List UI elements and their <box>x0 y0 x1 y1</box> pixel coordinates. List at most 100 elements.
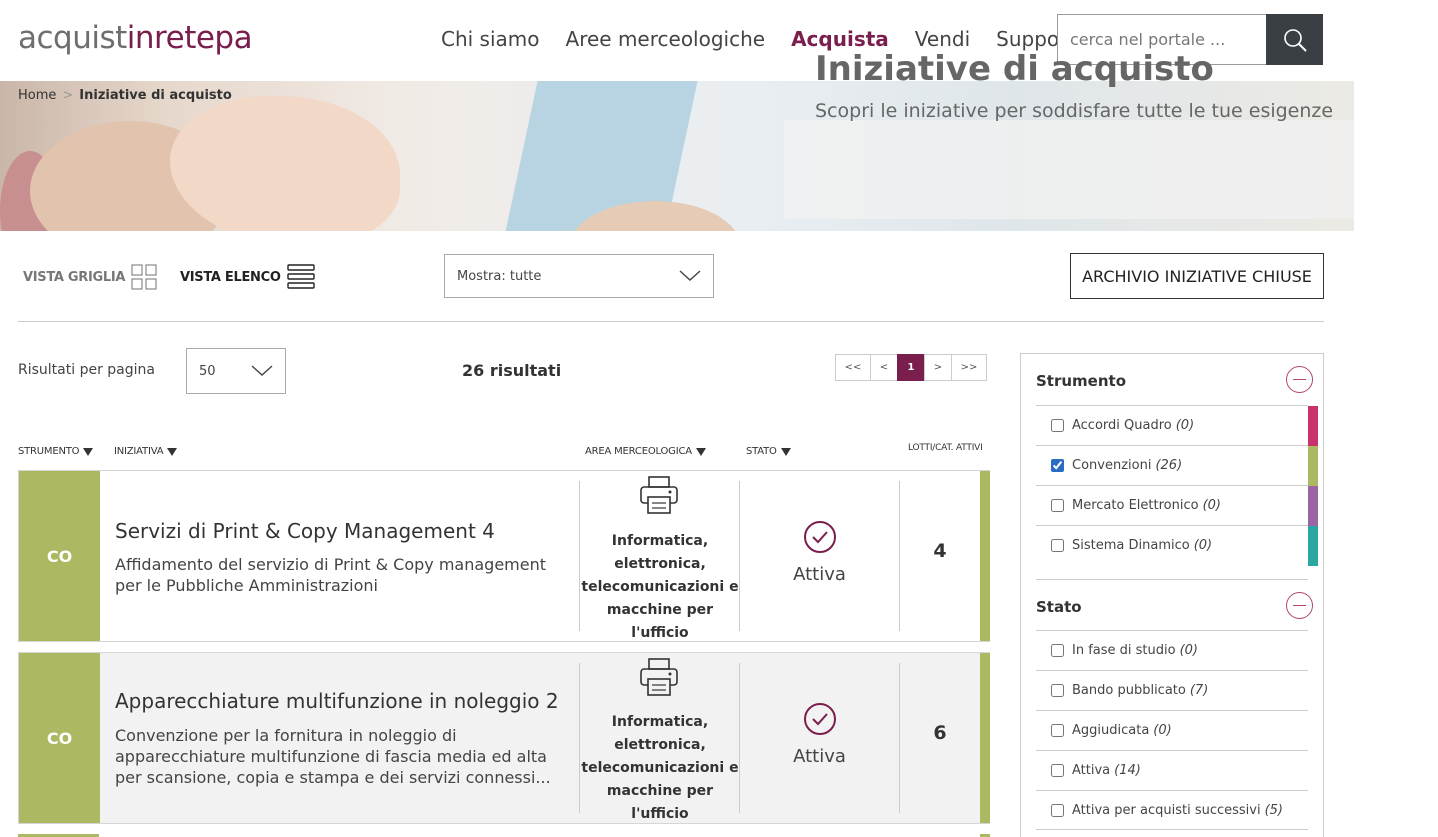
filter-color-bar <box>1308 526 1318 566</box>
filter-checkbox[interactable] <box>1051 684 1064 697</box>
filter-label: Accordi Quadro <box>1072 418 1172 433</box>
filter-label: In fase di studio <box>1072 643 1176 658</box>
filter-count: (0) <box>1193 538 1213 553</box>
row-color-strip <box>980 471 990 641</box>
state-label: Attiva <box>793 564 846 585</box>
filter-sidebar: Strumento Accordi Quadro (0) Convenzioni(… <box>1020 353 1324 837</box>
sort-area[interactable]: AREA MERCEOLOGICA <box>585 446 706 457</box>
pager-first[interactable]: << <box>835 354 871 381</box>
pagination: << < 1 > >> <box>835 354 987 381</box>
list-view-button[interactable]: VISTA ELENCO <box>180 264 315 290</box>
sort-down-icon <box>167 447 178 456</box>
filter-attiva[interactable]: Attiva (14) <box>1036 750 1308 790</box>
logo-part-3: pa <box>214 20 253 56</box>
filter-count: (26) <box>1155 458 1183 473</box>
sort-down-icon <box>83 447 94 456</box>
header-stato: STATO <box>746 446 777 457</box>
filter-accordi-quadro[interactable]: Accordi Quadro (0) <box>1036 405 1318 446</box>
filter-attiva-acquisti-successivi[interactable]: Attiva per acquisti successivi (5) <box>1036 790 1308 830</box>
check-circle-icon <box>803 703 836 735</box>
results-per-page-label: Risultati per pagina <box>18 362 155 378</box>
nav-chi-siamo[interactable]: Chi siamo <box>441 26 540 52</box>
pager-last[interactable]: >> <box>951 354 987 381</box>
filter-checkbox[interactable] <box>1051 724 1064 737</box>
table-row[interactable]: CO Servizi di Print & Copy Management 4 … <box>18 470 990 642</box>
filter-color-bar <box>1308 446 1318 486</box>
show-filter-select[interactable]: Mostra: tutte <box>444 254 714 298</box>
filter-color-bar <box>1308 406 1318 446</box>
breadcrumb: Home > Iniziative di acquisto <box>18 88 232 104</box>
breadcrumb-home[interactable]: Home <box>18 88 56 103</box>
chevron-down-icon <box>251 365 273 376</box>
initiative-description: Convenzione per la fornitura in noleggio… <box>115 726 551 787</box>
filter-count: (14) <box>1114 763 1141 778</box>
nav-aree-merceologiche[interactable]: Aree merceologiche <box>566 26 766 52</box>
collapse-stato-button[interactable] <box>1286 592 1313 619</box>
filter-count: (7) <box>1189 683 1209 698</box>
initiative-description: Affidamento del servizio di Print & Copy… <box>115 555 547 595</box>
state-cell: Attiva <box>740 520 899 585</box>
filter-checkbox[interactable] <box>1051 539 1064 552</box>
filter-aggiudicata[interactable]: Aggiudicata (0) <box>1036 710 1308 750</box>
filter-label: Attiva per acquisti successivi <box>1072 802 1261 818</box>
filter-sistema-dinamico[interactable]: Sistema Dinamico (0) <box>1036 525 1318 566</box>
show-filter-value: Mostra: tutte <box>457 268 542 284</box>
results-per-page-select[interactable]: 50 <box>186 348 286 394</box>
header-iniziativa: INIZIATIVA <box>114 446 164 457</box>
filter-checkbox[interactable] <box>1051 419 1064 432</box>
filter-color-bar <box>1308 486 1318 526</box>
filter-strumento-title: Strumento <box>1036 372 1127 390</box>
printer-icon <box>640 658 678 696</box>
breadcrumb-current: Iniziative di acquisto <box>79 88 232 103</box>
active-lots-count: 4 <box>933 540 947 562</box>
breadcrumb-separator: > <box>62 88 74 103</box>
area-merceologica: Informatica, elettronica, telecomunicazi… <box>581 714 739 822</box>
sort-iniziativa[interactable]: INIZIATIVA <box>114 446 178 457</box>
check-circle-icon <box>803 521 836 553</box>
state-label: Attiva <box>793 746 846 767</box>
pager-next[interactable]: > <box>924 354 952 381</box>
list-view-label: VISTA ELENCO <box>180 269 281 285</box>
page-title: Iniziative di acquisto <box>815 49 1214 89</box>
list-icon <box>286 264 315 289</box>
pager-current[interactable]: 1 <box>897 354 925 381</box>
filter-checkbox[interactable] <box>1051 459 1064 472</box>
initiative-title[interactable]: Apparecchiature multifunzione in noleggi… <box>115 688 559 714</box>
initiative-title[interactable]: Servizi di Print & Copy Management 4 <box>115 518 495 544</box>
filter-label: Aggiudicata <box>1072 723 1150 738</box>
filter-convenzioni[interactable]: Convenzioni (26) <box>1036 445 1318 486</box>
filter-label: Bando pubblicato <box>1072 683 1186 698</box>
header-area: AREA MERCEOLOGICA <box>585 446 692 457</box>
sort-stato[interactable]: STATO <box>746 446 791 457</box>
filter-checkbox[interactable] <box>1051 644 1064 657</box>
state-cell: Attiva <box>740 702 899 767</box>
filter-in-fase-di-studio[interactable]: In fase di studio (0) <box>1036 630 1308 670</box>
table-row[interactable]: CO Apparecchiature multifunzione in nole… <box>18 652 990 824</box>
portal-logo[interactable]: acquistinretepa <box>18 18 253 58</box>
filter-mercato-elettronico[interactable]: Mercato Elettronico (0) <box>1036 485 1318 526</box>
filter-stato-title: Stato <box>1036 598 1082 616</box>
filter-checkbox[interactable] <box>1051 499 1064 512</box>
results-per-page-value: 50 <box>199 363 216 379</box>
area-merceologica: Informatica, elettronica, telecomunicazi… <box>581 533 739 641</box>
pager-prev[interactable]: < <box>870 354 898 381</box>
filter-checkbox[interactable] <box>1051 764 1064 777</box>
logo-part-2: inrete <box>126 20 215 56</box>
filter-count: (5) <box>1264 802 1284 818</box>
grid-view-button[interactable]: VISTA GRIGLIA <box>23 264 157 290</box>
filter-checkbox[interactable] <box>1051 803 1064 817</box>
strumento-badge: CO <box>19 471 100 641</box>
filter-bando-pubblicato[interactable]: Bando pubblicato (7) <box>1036 670 1308 710</box>
hero-image-shape <box>170 96 400 231</box>
sort-strumento[interactable]: STRUMENTO <box>18 446 94 457</box>
grid-view-label: VISTA GRIGLIA <box>23 269 126 285</box>
sort-down-icon <box>780 447 791 456</box>
filter-count: (0) <box>1175 418 1195 433</box>
results-count: 26 risultati <box>462 361 562 380</box>
hero-overlay <box>784 120 1354 219</box>
filter-label: Mercato Elettronico <box>1072 498 1199 513</box>
archive-button[interactable]: ARCHIVIO INIZIATIVE CHIUSE <box>1070 253 1324 299</box>
collapse-strumento-button[interactable] <box>1286 366 1313 393</box>
divider <box>18 321 1324 322</box>
search-button[interactable] <box>1266 14 1323 65</box>
